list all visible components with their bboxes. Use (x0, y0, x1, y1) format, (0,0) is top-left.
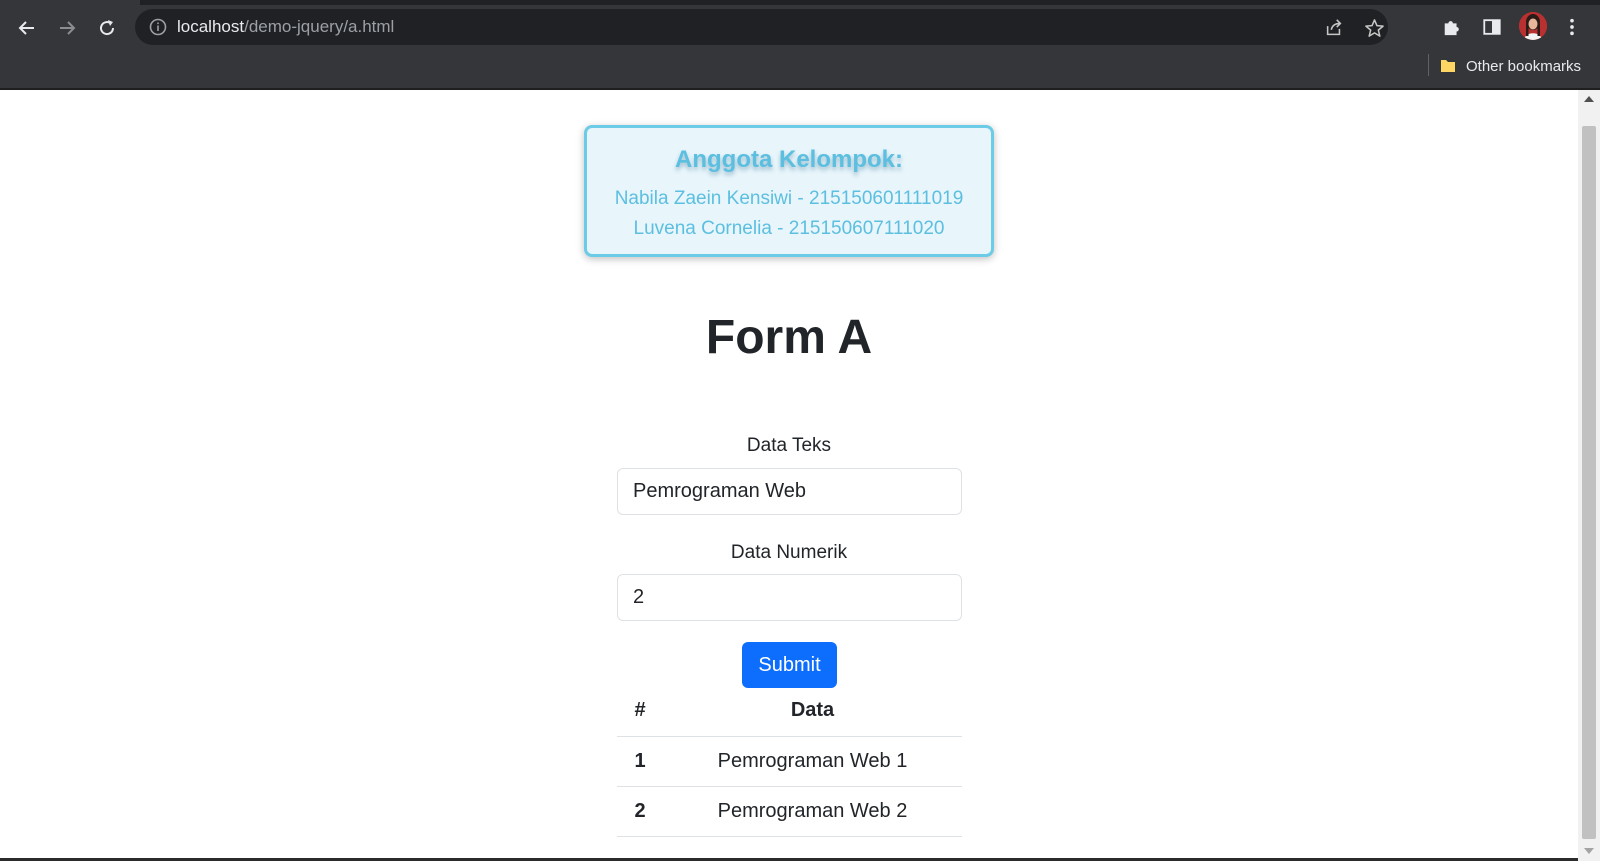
member-item: Nabila Zaein Kensiwi - 215150601111019 (614, 188, 964, 209)
text-field-label: Data Teks (746, 435, 832, 456)
folder-icon (1441, 60, 1455, 72)
forward-button[interactable] (52, 13, 82, 43)
members-heading: Anggota Kelompok: (675, 146, 903, 173)
column-header-data: Data (663, 686, 962, 737)
arrow-left-icon (18, 21, 34, 35)
reload-button[interactable] (92, 13, 122, 43)
back-button[interactable] (12, 13, 42, 43)
profile-photo-icon (1519, 12, 1547, 40)
page-title: Form A (705, 311, 873, 364)
page-content: Anggota Kelompok: Nabila Zaein Kensiwi -… (0, 90, 1578, 861)
row-data-cell: Pemrograman Web 1 (663, 736, 962, 787)
column-header-number: # (617, 686, 663, 737)
tab-strip-edge (0, 0, 1600, 5)
other-bookmarks-button[interactable]: Other bookmarks (1440, 54, 1581, 78)
row-number-cell: 1 (617, 736, 663, 787)
text-input[interactable] (617, 468, 962, 515)
url-path: /demo-jquery/a.html (244, 17, 395, 36)
url-text[interactable]: localhost/demo-jquery/a.html (177, 17, 394, 37)
scroll-down-arrow-icon[interactable] (1584, 848, 1594, 854)
table-row: 1 Pemrograman Web 1 (617, 736, 962, 787)
extensions-puzzle-icon[interactable] (1439, 14, 1465, 40)
number-input[interactable] (617, 574, 962, 621)
members-box: Anggota Kelompok: Nabila Zaein Kensiwi -… (584, 125, 994, 257)
vertical-scrollbar[interactable] (1578, 90, 1600, 861)
bookmark-star-icon[interactable] (1363, 17, 1385, 39)
info-icon[interactable] (149, 18, 167, 36)
scrollbar-thumb[interactable] (1582, 126, 1596, 839)
profile-avatar[interactable] (1519, 12, 1547, 40)
reload-icon (100, 20, 115, 36)
number-field-label: Data Numerik (730, 542, 848, 563)
share-icon[interactable] (1323, 17, 1345, 39)
data-table: # Data 1 Pemrograman Web 1 2 Pemrograman… (617, 686, 962, 837)
scroll-up-arrow-icon[interactable] (1584, 96, 1594, 102)
table-row: 2 Pemrograman Web 2 (617, 786, 962, 837)
address-bar[interactable]: localhost/demo-jquery/a.html (135, 9, 1388, 45)
member-item: Luvena Cornelia - 215150607111020 (633, 218, 945, 239)
submit-button[interactable]: Submit (742, 642, 837, 688)
arrow-right-icon (60, 21, 76, 35)
table-header-row: # Data (617, 686, 962, 737)
browser-toolbar: localhost/demo-jquery/a.html Other bookm… (0, 0, 1600, 90)
browser-menu-icon[interactable] (1559, 14, 1585, 40)
url-host: localhost (177, 17, 245, 36)
other-bookmarks-label: Other bookmarks (1466, 57, 1582, 75)
row-number-cell: 2 (617, 786, 663, 837)
side-panel-icon[interactable] (1479, 14, 1505, 40)
row-data-cell: Pemrograman Web 2 (663, 786, 962, 837)
bookmarks-separator (1428, 54, 1429, 76)
